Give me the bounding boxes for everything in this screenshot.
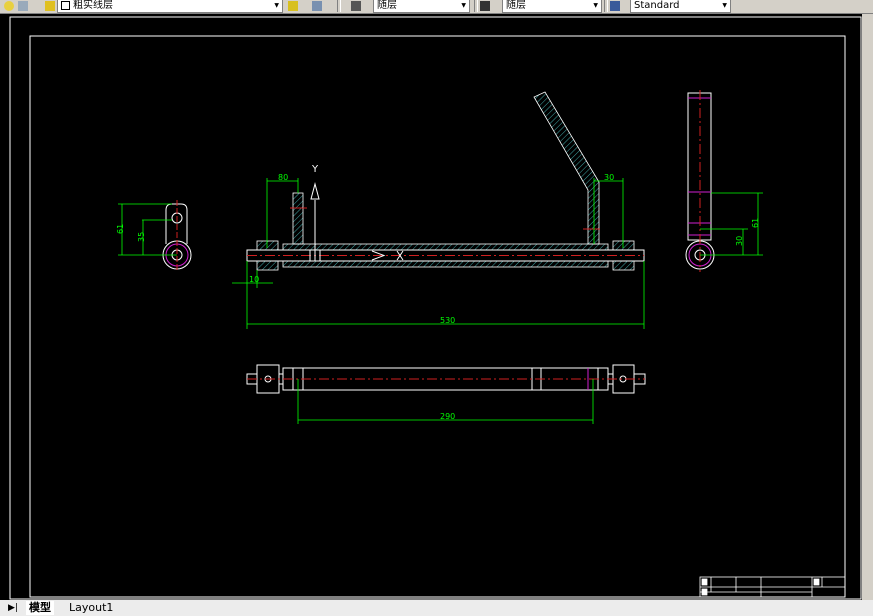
toolbar-separator	[604, 0, 608, 12]
layer-lock-icon[interactable]	[45, 1, 55, 11]
dim-right-outer: 61	[751, 218, 760, 228]
tab-model[interactable]: 模型	[26, 601, 54, 615]
chevron-down-icon: ▼	[593, 2, 598, 9]
color-dropdown[interactable]: 随层 ▼	[373, 0, 470, 13]
chevron-down-icon: ▼	[722, 2, 727, 9]
chevron-down-icon: ▼	[274, 2, 279, 9]
make-layer-current-icon[interactable]	[288, 1, 298, 11]
dim-left-inner: 35	[137, 232, 146, 242]
dim-front-left-width: 80	[278, 173, 288, 182]
right-view-dimensions: 61 30	[700, 192, 763, 256]
layer-on-icon[interactable]	[4, 1, 14, 11]
left-view-dimensions: 61 35	[116, 203, 177, 256]
y-axis-label: Y	[311, 164, 319, 175]
layer-name: 粗实线层	[73, 0, 113, 11]
front-view: Y	[246, 91, 645, 271]
text-style-dropdown[interactable]: Standard ▼	[630, 0, 731, 13]
dim-front-right-width: 30	[604, 173, 614, 182]
layout-tabs: ▶| 模型 Layout1	[0, 600, 873, 616]
sheet-border	[9, 16, 862, 600]
toolbar-separator	[337, 0, 341, 12]
left-side-view	[162, 200, 192, 272]
text-style-icon[interactable]	[610, 1, 620, 11]
color-icon[interactable]	[351, 1, 361, 11]
toolbar: 粗实线层 ▼ 随层 ▼ 随层 ▼ Standard ▼	[0, 0, 873, 14]
layer-dropdown[interactable]: 粗实线层 ▼	[57, 0, 283, 13]
layer-previous-icon[interactable]	[312, 1, 322, 11]
dim-front-offset: 10	[249, 275, 259, 284]
title-block	[699, 576, 846, 598]
toolbar-separator	[474, 0, 478, 12]
linetype-dropdown[interactable]: 随层 ▼	[502, 0, 602, 13]
dim-top-length: 290	[440, 412, 455, 421]
drawing-frame	[29, 35, 846, 598]
color-value: 随层	[377, 0, 397, 11]
layer-freeze-icon[interactable]	[18, 1, 28, 11]
dim-front-total-length: 530	[440, 316, 455, 325]
dim-left-outer: 61	[116, 224, 125, 234]
tab-layout1[interactable]: Layout1	[66, 601, 116, 615]
dim-right-inner: 30	[735, 236, 744, 246]
linetype-icon[interactable]	[480, 1, 490, 11]
right-side-view	[685, 90, 715, 272]
text-style-value: Standard	[634, 0, 680, 11]
linetype-value: 随层	[506, 0, 526, 11]
chevron-down-icon: ▼	[461, 2, 466, 9]
drawing-canvas[interactable]: Y 80 30 10 530 61 35 61 30 290	[0, 14, 862, 600]
top-view-dimensions: 290	[297, 379, 594, 424]
tab-scroll-arrow-icon[interactable]: ▶|	[8, 603, 18, 613]
layer-color-swatch	[61, 0, 70, 10]
vertical-scrollbar[interactable]	[862, 14, 873, 600]
top-view	[246, 364, 646, 394]
